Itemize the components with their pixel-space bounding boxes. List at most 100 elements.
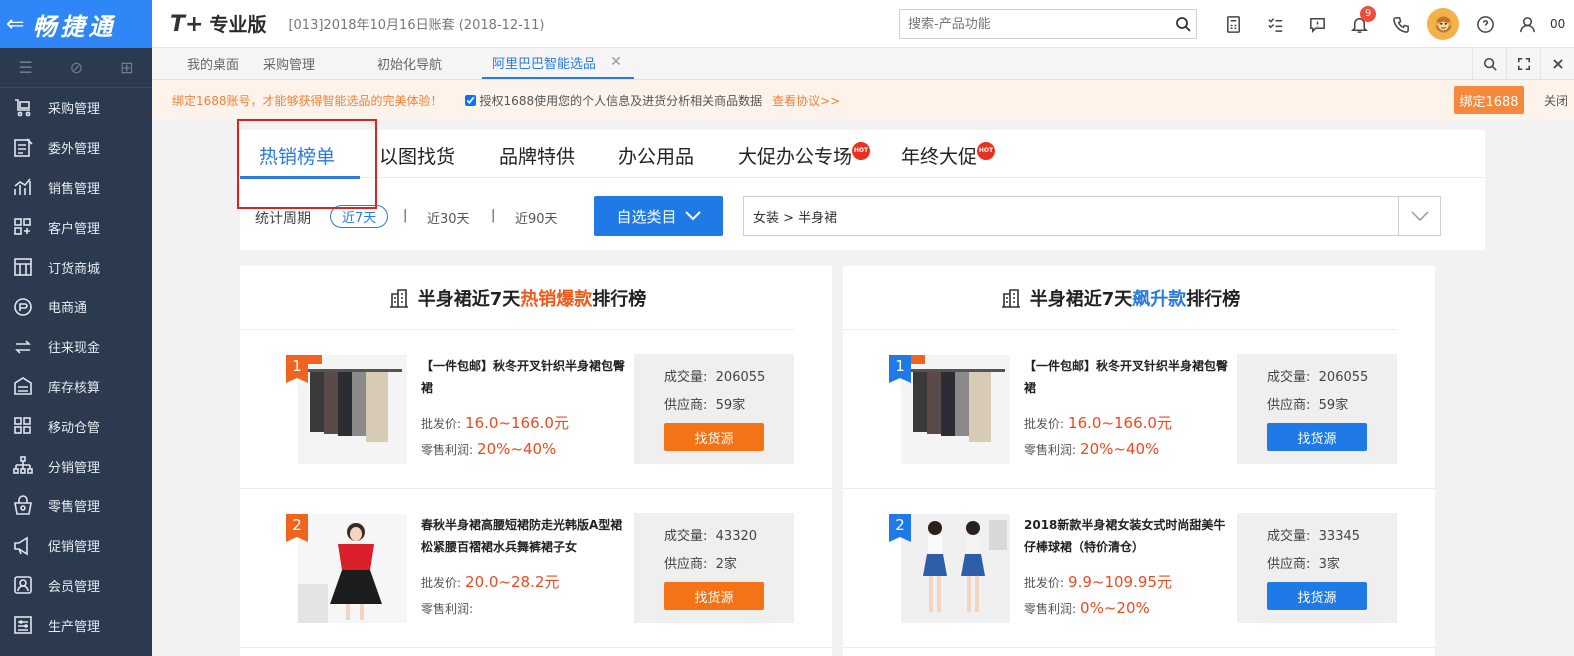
- tab-year-end-promo[interactable]: 年终大促 HOT: [901, 142, 996, 169]
- product-image[interactable]: [298, 355, 407, 464]
- menu-icon[interactable]: ☰: [18, 58, 32, 77]
- find-source-button[interactable]: 找货源: [1267, 582, 1367, 610]
- category-tabs: 热销榜单 以图找货 品牌特供 办公用品 大促办公专场 HOT 年终大促 HOT: [240, 130, 1485, 179]
- chevron-down-icon: [684, 211, 701, 221]
- find-source-button[interactable]: 找货源: [664, 423, 764, 451]
- category-select[interactable]: 女装 > 半身裙: [743, 196, 1441, 236]
- retail-profit-row: 零售利润: 20%~40%: [421, 440, 556, 458]
- user-icon[interactable]: [1506, 0, 1548, 48]
- sidebar-item-outsource[interactable]: 委外管理: [0, 128, 152, 168]
- product-image[interactable]: [298, 514, 407, 623]
- tab-label: 大促办公专场: [738, 146, 853, 168]
- help-icon[interactable]: [1464, 0, 1506, 48]
- wholesale-price-row: 批发价: 9.9~109.95元: [1024, 571, 1172, 592]
- sidebar-item-distribution[interactable]: 分销管理: [0, 446, 152, 486]
- tab-search-icon[interactable]: [1472, 48, 1506, 80]
- find-source-button[interactable]: 找货源: [1267, 423, 1367, 451]
- tab-my-desktop[interactable]: 我的桌面: [152, 47, 261, 79]
- tab-promo-office[interactable]: 大促办公专场 HOT: [738, 142, 871, 169]
- dropdown-chevron-icon[interactable]: [1398, 197, 1440, 235]
- tab-brand-supply[interactable]: 品牌特供: [499, 142, 575, 169]
- product-name[interactable]: 2018新款半身裙女装女式时尚甜美牛仔棒球裙（特价清仓）: [1024, 514, 1229, 558]
- sidebar-item-label: 会员管理: [48, 579, 101, 595]
- profit-value: 20%~40%: [1080, 440, 1160, 458]
- sidebar-item-member[interactable]: 会员管理: [0, 566, 152, 606]
- product-name[interactable]: 【一件包邮】秋冬开叉针织半身裙包臀裙: [1024, 355, 1229, 399]
- arrow-left-icon[interactable]: ⇐: [6, 12, 24, 37]
- sidebar-item-inventory[interactable]: 库存核算: [0, 367, 152, 407]
- ranking-item[interactable]: 1 【一件包邮】秋冬开叉针织半身裙包臀裙 批发价: 16.0~166.0元 零售利…: [240, 331, 832, 489]
- sidebar-item-label: 客户管理: [48, 221, 101, 237]
- close-icon[interactable]: ✕: [610, 54, 622, 70]
- tab-image-search[interactable]: 以图找货: [379, 142, 455, 169]
- period-30d[interactable]: 近30天: [427, 208, 470, 227]
- ranking-item[interactable]: 2 春秋半身裙高腰短裙防走光韩版A型裙松紧腰百褶裙水兵舞裤裙子女 批发价: 20.…: [240, 490, 832, 648]
- volume-value: 33345: [1318, 529, 1361, 544]
- fullscreen-icon[interactable]: [1506, 48, 1540, 80]
- production-icon: [10, 614, 36, 636]
- rank-number: 1: [286, 355, 308, 383]
- calculator-icon[interactable]: [1212, 0, 1254, 48]
- supplier-row: 供应商: 59家: [664, 394, 745, 413]
- sidebar-item-sales[interactable]: 销售管理: [0, 168, 152, 208]
- search-icon[interactable]: [1170, 11, 1196, 37]
- product-name[interactable]: 【一件包邮】秋冬开叉针织半身裙包臀裙: [421, 355, 626, 399]
- task-list-icon[interactable]: [1254, 0, 1296, 48]
- promotion-icon: [10, 535, 36, 557]
- find-source-button[interactable]: 找货源: [664, 582, 764, 610]
- tab-purchase[interactable]: 采购管理: [261, 47, 337, 79]
- tab-alibaba[interactable]: 阿里巴巴智能选品 ✕: [482, 47, 634, 79]
- sidebar-item-customer[interactable]: 客户管理: [0, 207, 152, 247]
- supplier-label: 供应商:: [664, 557, 708, 572]
- close-notice-button[interactable]: 关闭: [1544, 92, 1568, 109]
- ranking-item[interactable]: 2 2018新款半身裙女装女式时尚甜美牛仔棒球裙（特价清仓） 批发价: 9.9~1…: [843, 490, 1435, 648]
- sidebar-item-production[interactable]: 生产管理: [0, 605, 152, 645]
- tab-office-supplies[interactable]: 办公用品: [618, 142, 694, 169]
- top-bar: T+ 专业版 [013]2018年10月16日账套 (2018-12-11) 9…: [152, 0, 1574, 48]
- title-highlight: 飙升款: [1132, 288, 1187, 310]
- tab-hot-list[interactable]: 热销榜单: [259, 142, 335, 169]
- sidebar-item-promotion[interactable]: 促销管理: [0, 526, 152, 566]
- message-icon[interactable]: [1296, 0, 1338, 48]
- profit-label: 零售利润:: [1024, 602, 1077, 616]
- view-agreement-link[interactable]: 查看协议>>: [772, 92, 840, 109]
- purchase-icon: [10, 97, 36, 119]
- sidebar-item-cash[interactable]: 往来现金: [0, 327, 152, 367]
- ranking-item[interactable]: 1 【一件包邮】秋冬开叉针织半身裙包臀裙 批发价: 16.0~166.0元 零售利…: [843, 331, 1435, 489]
- sales-icon: [10, 176, 36, 198]
- choose-category-button[interactable]: 自选类目: [594, 196, 723, 236]
- sidebar-item-mall[interactable]: 订货商城: [0, 247, 152, 287]
- consent-checkbox-label[interactable]: 授权1688使用您的个人信息及进货分析相关商品数据: [464, 92, 762, 109]
- period-90d[interactable]: 近90天: [515, 208, 558, 227]
- search-input[interactable]: [900, 11, 1170, 37]
- sidebar-item-purchase[interactable]: 采购管理: [0, 88, 152, 128]
- consent-checkbox[interactable]: [464, 94, 476, 106]
- close-tabs-icon[interactable]: [1540, 48, 1574, 80]
- wholesale-price-row: 批发价: 16.0~166.0元: [421, 412, 569, 433]
- rank-number: 1: [889, 355, 911, 383]
- period-7d[interactable]: 近7天: [330, 205, 389, 228]
- distribution-icon: [10, 455, 36, 477]
- tab-init-nav[interactable]: 初始化导航: [337, 47, 464, 79]
- phone-icon[interactable]: [1380, 0, 1422, 48]
- sidebar-item-mobile-warehouse[interactable]: 移动仓管: [0, 406, 152, 446]
- volume-label: 成交量:: [1267, 529, 1311, 544]
- sidebar-item-retail[interactable]: 零售管理: [0, 486, 152, 526]
- bell-icon[interactable]: 9: [1338, 0, 1380, 48]
- sidebar-item-ecommerce[interactable]: 电商通: [0, 287, 152, 327]
- product-image[interactable]: [901, 355, 1010, 464]
- price-label: 批发价:: [421, 417, 462, 431]
- add-menu-icon[interactable]: ⊞: [120, 58, 133, 77]
- stats-box: 成交量: 206055 供应商: 59家 找货源: [1237, 354, 1397, 464]
- search-menu-icon[interactable]: ⊘: [70, 58, 83, 77]
- sidebar-item-label: 促销管理: [48, 540, 101, 556]
- retail-profit-row: 零售利润: 0%~20%: [1024, 599, 1150, 617]
- product-name[interactable]: 春秋半身裙高腰短裙防走光韩版A型裙松紧腰百褶裙水兵舞裤裙子女: [421, 514, 626, 558]
- brand-bar[interactable]: ⇐ 畅捷通: [0, 0, 152, 48]
- product-image[interactable]: [901, 514, 1010, 623]
- member-icon: [10, 574, 36, 596]
- volume-row: 成交量: 33345: [1267, 525, 1360, 544]
- profit-label: 零售利润:: [421, 443, 474, 457]
- bind-1688-button[interactable]: 绑定1688: [1454, 86, 1524, 114]
- monkey-avatar[interactable]: [1422, 0, 1464, 48]
